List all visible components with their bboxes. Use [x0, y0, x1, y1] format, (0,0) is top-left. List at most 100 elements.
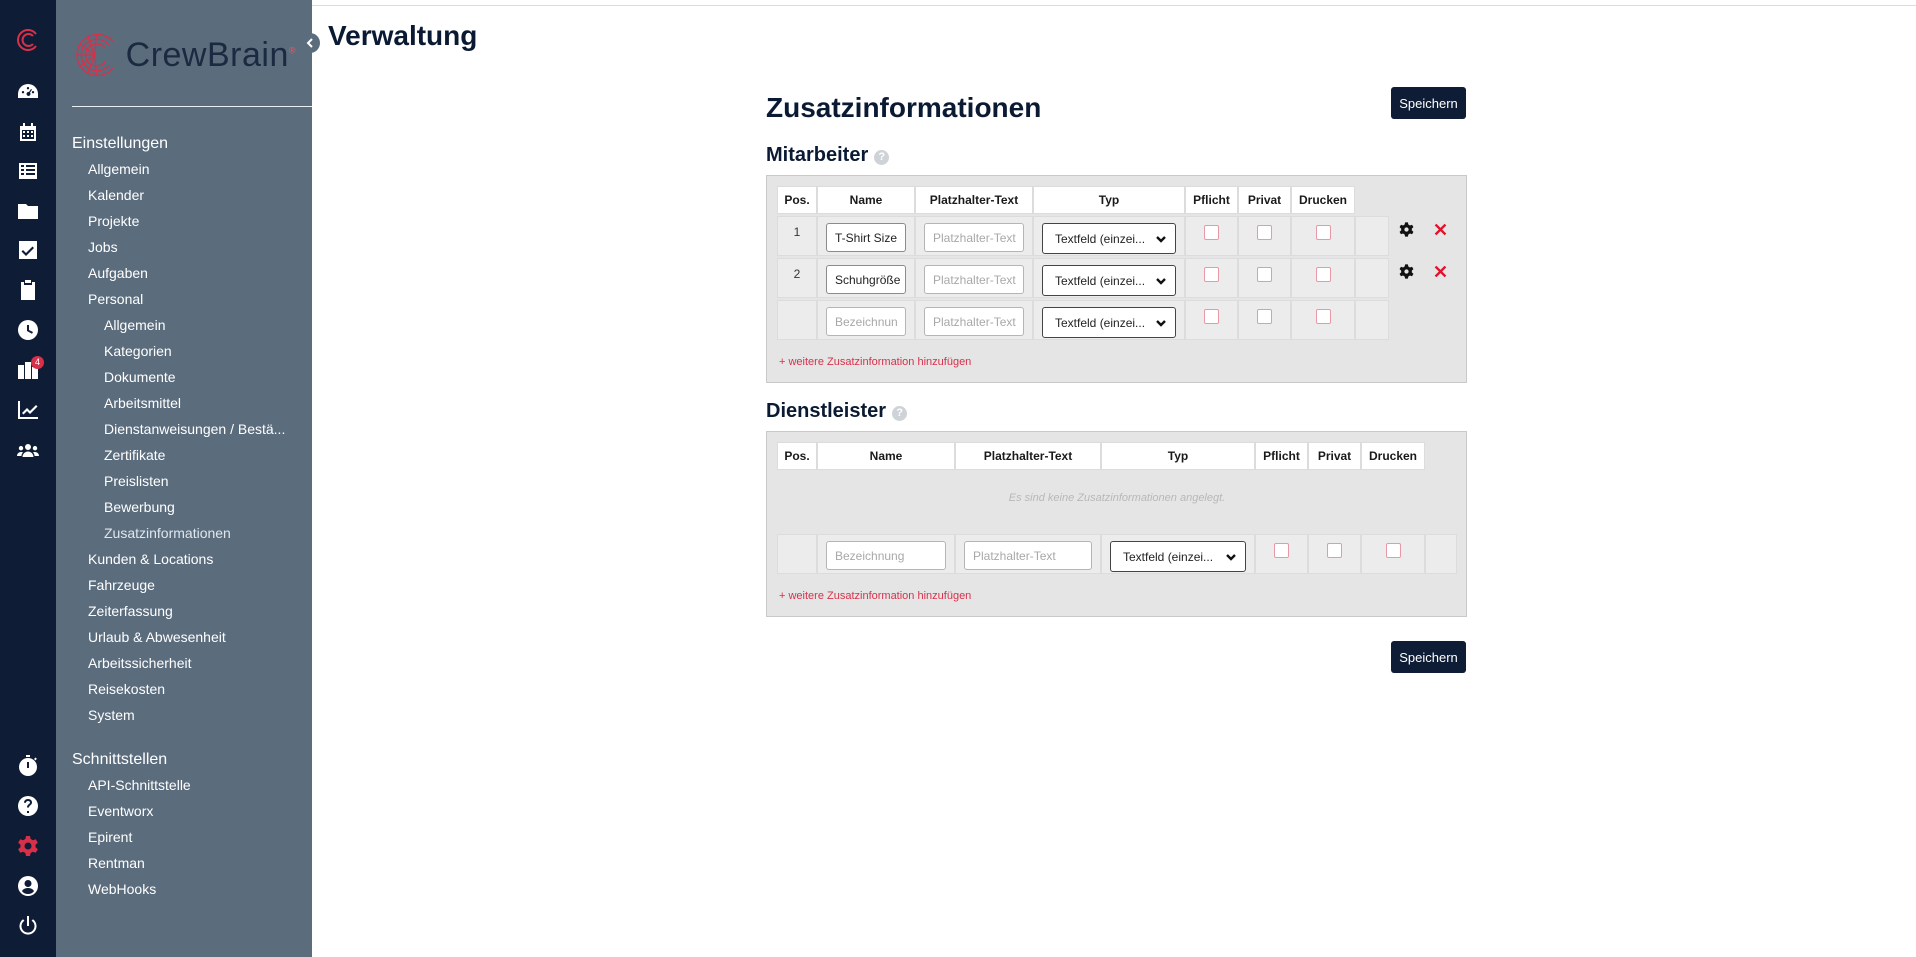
- clipboard-icon[interactable]: [14, 276, 42, 304]
- list-icon[interactable]: [14, 157, 42, 185]
- settings-button[interactable]: [1389, 216, 1423, 256]
- new-name-input[interactable]: Bezeichnung: [826, 541, 946, 570]
- help-icon[interactable]: ?: [892, 405, 908, 421]
- users-icon[interactable]: [14, 436, 42, 464]
- privat-checkbox[interactable]: [1257, 225, 1272, 240]
- new-type-select[interactable]: Textfeld (einzei...: [1110, 541, 1246, 572]
- drucken-checkbox[interactable]: [1316, 225, 1331, 240]
- power-icon[interactable]: [14, 912, 42, 940]
- drucken-checkbox[interactable]: [1316, 267, 1331, 282]
- stopwatch-icon[interactable]: [14, 752, 42, 780]
- sidebar-subitem-dokumente[interactable]: Dokumente: [104, 369, 176, 385]
- calendar-icon[interactable]: [14, 118, 42, 146]
- pflicht-checkbox[interactable]: [1204, 225, 1219, 240]
- drucken-checkbox[interactable]: [1316, 309, 1331, 324]
- checkbox-icon[interactable]: [14, 236, 42, 264]
- sidebar-subitem-dienstanweisungen[interactable]: Dienstanweisungen / Bestä...: [104, 421, 285, 437]
- privat-checkbox[interactable]: [1257, 267, 1272, 282]
- icon-rail: 4: [0, 0, 56, 957]
- header-typ: Typ: [1101, 442, 1255, 470]
- placeholder-input[interactable]: Platzhalter-Text: [924, 265, 1024, 294]
- sidebar-item-allgemein[interactable]: Allgemein: [88, 161, 149, 177]
- pflicht-checkbox[interactable]: [1274, 543, 1289, 558]
- privat-checkbox[interactable]: [1257, 309, 1272, 324]
- sidebar-item-rentman[interactable]: Rentman: [88, 855, 145, 871]
- help-icon[interactable]: ?: [874, 149, 890, 165]
- sidebar-subitem-arbeitsmittel[interactable]: Arbeitsmittel: [104, 395, 181, 411]
- crewbrain-logo-mark-icon: [76, 33, 114, 77]
- new-placeholder-input[interactable]: Platzhalter-Text: [924, 307, 1024, 336]
- new-entry-row: Bezeichnung Platzhalter-Text Textfeld (e…: [777, 534, 1457, 574]
- sidebar-collapse-button[interactable]: [300, 33, 320, 53]
- gear-icon[interactable]: [14, 832, 42, 860]
- sidebar-item-arbeitssicherheit[interactable]: Arbeitssicherheit: [88, 655, 192, 671]
- sidebar-item-webhooks[interactable]: WebHooks: [88, 881, 156, 897]
- header-pflicht: Pflicht: [1185, 186, 1238, 214]
- folder-icon[interactable]: [14, 197, 42, 225]
- delete-button[interactable]: [1423, 258, 1457, 298]
- new-name-input[interactable]: Bezeichnun: [826, 307, 906, 336]
- header-name: Name: [817, 186, 915, 214]
- settings-button[interactable]: [1389, 258, 1423, 298]
- drucken-cell: [1291, 258, 1355, 298]
- page-title: Verwaltung: [328, 20, 478, 51]
- sidebar-item-eventworx[interactable]: Eventworx: [88, 803, 153, 819]
- row-pos: 1: [777, 216, 817, 256]
- add-info-link[interactable]: + weitere Zusatzinformation hinzufügen: [779, 356, 971, 368]
- help-icon[interactable]: [14, 792, 42, 820]
- new-placeholder-input[interactable]: Platzhalter-Text: [964, 541, 1092, 570]
- sidebar-item-kunden-locations[interactable]: Kunden & Locations: [88, 551, 213, 567]
- sidebar-item-personal[interactable]: Personal: [88, 291, 143, 307]
- privat-cell: [1308, 534, 1361, 574]
- pflicht-checkbox[interactable]: [1204, 309, 1219, 324]
- sidebar-subitem-bewerbung[interactable]: Bewerbung: [104, 499, 175, 515]
- name-input[interactable]: Schuhgröße: [826, 265, 906, 294]
- spacer-cell: [1425, 534, 1457, 574]
- placeholder-input[interactable]: Platzhalter-Text: [924, 223, 1024, 252]
- sidebar-item-kalender[interactable]: Kalender: [88, 187, 144, 203]
- mitarbeiter-heading: Mitarbeiter ?: [766, 144, 890, 167]
- type-cell: Textfeld (einzei...: [1033, 216, 1185, 256]
- chevron-down-icon: [1155, 233, 1167, 245]
- user-circle-icon[interactable]: [14, 872, 42, 900]
- header-privat: Privat: [1238, 186, 1291, 214]
- sidebar-item-zeiterfassung[interactable]: Zeiterfassung: [88, 603, 173, 619]
- sidebar-item-jobs[interactable]: Jobs: [88, 239, 118, 255]
- sidebar-section-schnittstellen: Schnittstellen: [72, 751, 168, 768]
- type-cell: Textfeld (einzei...: [1033, 258, 1185, 298]
- new-type-select[interactable]: Textfeld (einzei...: [1042, 307, 1176, 338]
- sidebar-subitem-zusatzinformationen[interactable]: Zusatzinformationen: [104, 525, 231, 541]
- sidebar-item-fahrzeuge[interactable]: Fahrzeuge: [88, 577, 155, 593]
- type-select[interactable]: Textfeld (einzei...: [1042, 223, 1176, 254]
- row-pos: 2: [777, 258, 817, 298]
- sidebar-item-urlaub-abwesenheit[interactable]: Urlaub & Abwesenheit: [88, 629, 226, 645]
- drucken-checkbox[interactable]: [1386, 543, 1401, 558]
- dashboard-icon[interactable]: [14, 78, 42, 106]
- placeholder-cell: Platzhalter-Text: [915, 258, 1033, 298]
- privat-checkbox[interactable]: [1327, 543, 1342, 558]
- sidebar-subitem-allgemein[interactable]: Allgemein: [104, 317, 165, 333]
- sidebar-item-system[interactable]: System: [88, 707, 135, 723]
- sidebar-item-reisekosten[interactable]: Reisekosten: [88, 681, 165, 697]
- sidebar-item-aufgaben[interactable]: Aufgaben: [88, 265, 148, 281]
- table-row: 1 T-Shirt Size Platzhalter-Text Textfeld…: [777, 216, 1457, 256]
- sidebar-item-projekte[interactable]: Projekte: [88, 213, 139, 229]
- type-select[interactable]: Textfeld (einzei...: [1042, 265, 1176, 296]
- add-info-link[interactable]: + weitere Zusatzinformation hinzufügen: [779, 590, 971, 602]
- row-pos: [777, 534, 817, 574]
- save-button-bottom[interactable]: Speichern: [1391, 641, 1466, 673]
- pflicht-checkbox[interactable]: [1204, 267, 1219, 282]
- sidebar-subitem-preislisten[interactable]: Preislisten: [104, 473, 169, 489]
- crewbrain-logo[interactable]: CrewBrain®: [72, 22, 296, 88]
- clock-icon[interactable]: [14, 316, 42, 344]
- logo-icon[interactable]: [14, 26, 42, 54]
- sidebar-item-api-schnittstelle[interactable]: API-Schnittstelle: [88, 777, 191, 793]
- sidebar-subitem-zertifikate[interactable]: Zertifikate: [104, 447, 165, 463]
- delete-button[interactable]: [1423, 216, 1457, 256]
- save-button-top[interactable]: Speichern: [1391, 87, 1466, 119]
- sidebar-subitem-kategorien[interactable]: Kategorien: [104, 343, 172, 359]
- name-input[interactable]: T-Shirt Size: [826, 223, 906, 252]
- drucken-cell: [1291, 300, 1355, 340]
- sidebar-item-epirent[interactable]: Epirent: [88, 829, 132, 845]
- chart-icon[interactable]: [14, 396, 42, 424]
